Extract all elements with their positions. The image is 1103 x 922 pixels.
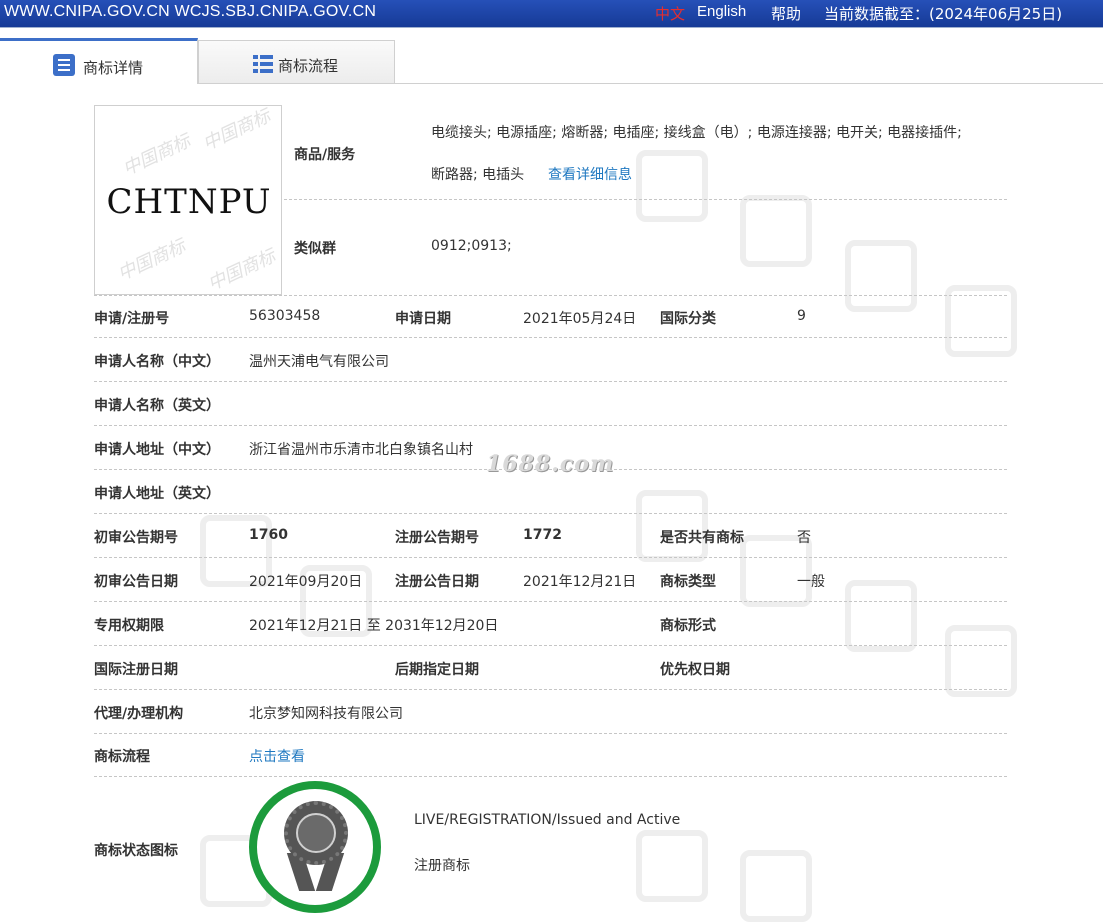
watermark-mark: [636, 150, 708, 222]
similar-group-label: 类似群: [294, 241, 336, 257]
reg-pub-date-value: 2021年12月21日: [523, 574, 637, 590]
goods-value: 电缆接头; 电源插座; 熔断器; 电插座; 接线盒（电）; 电源连接器; 电开关…: [431, 125, 962, 141]
reg-no-value: 56303458: [249, 308, 321, 324]
intl-reg-date-label: 国际注册日期: [94, 662, 178, 678]
applicant-cn-value: 温州天浦电气有限公司: [249, 354, 389, 370]
intl-class-label: 国际分类: [660, 311, 716, 327]
tab-label: 商标详情: [83, 59, 144, 77]
watermark-mark: [636, 490, 708, 562]
logo-watermark: 中国商标: [119, 130, 194, 181]
status-chinese: 注册商标: [414, 858, 470, 874]
divider: [198, 83, 1103, 84]
flow-label: 商标流程: [94, 749, 150, 765]
top-bar: WWW.CNIPA.GOV.CN WCJS.SBJ.CNIPA.GOV.CN 中…: [0, 0, 1103, 27]
view-flow-link[interactable]: 点击查看: [249, 746, 305, 766]
priority-date-label: 优先权日期: [660, 662, 730, 678]
apply-date-label: 申请日期: [395, 311, 451, 327]
trademark-type-value: 一般: [797, 574, 825, 590]
list-detail-icon: [53, 54, 75, 76]
lang-chinese-link[interactable]: 中文: [655, 3, 685, 24]
watermark-mark: [636, 830, 708, 902]
divider: [94, 557, 1007, 558]
logo-watermark: 中国商标: [204, 245, 279, 295]
applicant-cn-label: 申请人名称（中文）: [94, 354, 220, 370]
watermark-mark: [945, 625, 1017, 697]
divider: [284, 199, 1007, 200]
divider: [94, 645, 1007, 646]
tab-bar: 商标详情 商标流程: [0, 38, 1103, 84]
lang-english-link[interactable]: English: [697, 3, 746, 20]
help-link[interactable]: 帮助: [771, 3, 801, 24]
applicant-en-label: 申请人名称（英文）: [94, 398, 220, 414]
reg-pub-no-value: 1772: [523, 527, 562, 543]
shared-value: 否: [797, 530, 811, 546]
watermark-mark: [845, 580, 917, 652]
trademark-image: 中国商标 中国商标 中国商标 中国商标 CHTNPU: [94, 105, 282, 295]
divider: [0, 27, 1103, 28]
address-cn-label: 申请人地址（中文）: [94, 442, 220, 458]
prelim-date-label: 初审公告日期: [94, 574, 178, 590]
agent-value: 北京梦知网科技有限公司: [249, 706, 403, 722]
intl-class-value: 9: [797, 308, 806, 324]
divider: [94, 733, 1007, 734]
status-english: LIVE/REGISTRATION/Issued and Active: [414, 812, 681, 828]
divider: [94, 776, 1007, 777]
divider: [94, 381, 1007, 382]
site-url: WWW.CNIPA.GOV.CN WCJS.SBJ.CNIPA.GOV.CN: [4, 3, 377, 20]
watermark-mark: [740, 850, 812, 922]
rosette-center: [296, 813, 336, 853]
view-goods-detail-link[interactable]: 查看详细信息: [548, 164, 632, 184]
similar-group-value: 0912;0913;: [431, 238, 512, 254]
reg-pub-no-label: 注册公告期号: [395, 530, 479, 546]
term-label: 专用权期限: [94, 618, 164, 634]
address-cn-value: 浙江省温州市乐清市北白象镇名山村: [249, 442, 473, 458]
trademark-type-label: 商标类型: [660, 574, 716, 590]
tab-trademark-flow[interactable]: 商标流程: [198, 40, 395, 84]
table-list-icon: [253, 55, 273, 73]
site-watermark: 1688.com: [486, 451, 615, 477]
prelim-no-value: 1760: [249, 527, 288, 543]
tab-trademark-detail[interactable]: 商标详情: [0, 38, 198, 84]
data-date: 当前数据截至：(2024年06月25日): [824, 5, 1063, 23]
watermark-mark: [740, 195, 812, 267]
address-en-label: 申请人地址（英文）: [94, 486, 220, 502]
status-icon-label: 商标状态图标: [94, 843, 178, 859]
watermark-mark: [845, 240, 917, 312]
divider: [94, 295, 1007, 296]
divider: [94, 689, 1007, 690]
goods-value: 断路器; 电插头: [431, 167, 525, 183]
trademark-logo-text: CHTNPU: [106, 182, 272, 222]
divider: [94, 513, 1007, 514]
apply-date-value: 2021年05月24日: [523, 311, 637, 327]
logo-watermark: 中国商标: [199, 105, 274, 156]
goods-label: 商品/服务: [294, 147, 356, 163]
prelim-date-value: 2021年09月20日: [249, 574, 363, 590]
agent-label: 代理/办理机构: [94, 706, 184, 722]
prelim-no-label: 初审公告期号: [94, 530, 178, 546]
reg-no-label: 申请/注册号: [94, 311, 170, 327]
logo-watermark: 中国商标: [114, 235, 189, 286]
trademark-form-label: 商标形式: [660, 618, 716, 634]
shared-label: 是否共有商标: [660, 530, 744, 546]
tab-label: 商标流程: [278, 57, 339, 75]
divider: [94, 601, 1007, 602]
later-designation-label: 后期指定日期: [395, 662, 479, 678]
divider: [94, 425, 1007, 426]
divider: [94, 337, 1007, 338]
term-value: 2021年12月21日 至 2031年12月20日: [249, 618, 499, 634]
reg-pub-date-label: 注册公告日期: [395, 574, 479, 590]
